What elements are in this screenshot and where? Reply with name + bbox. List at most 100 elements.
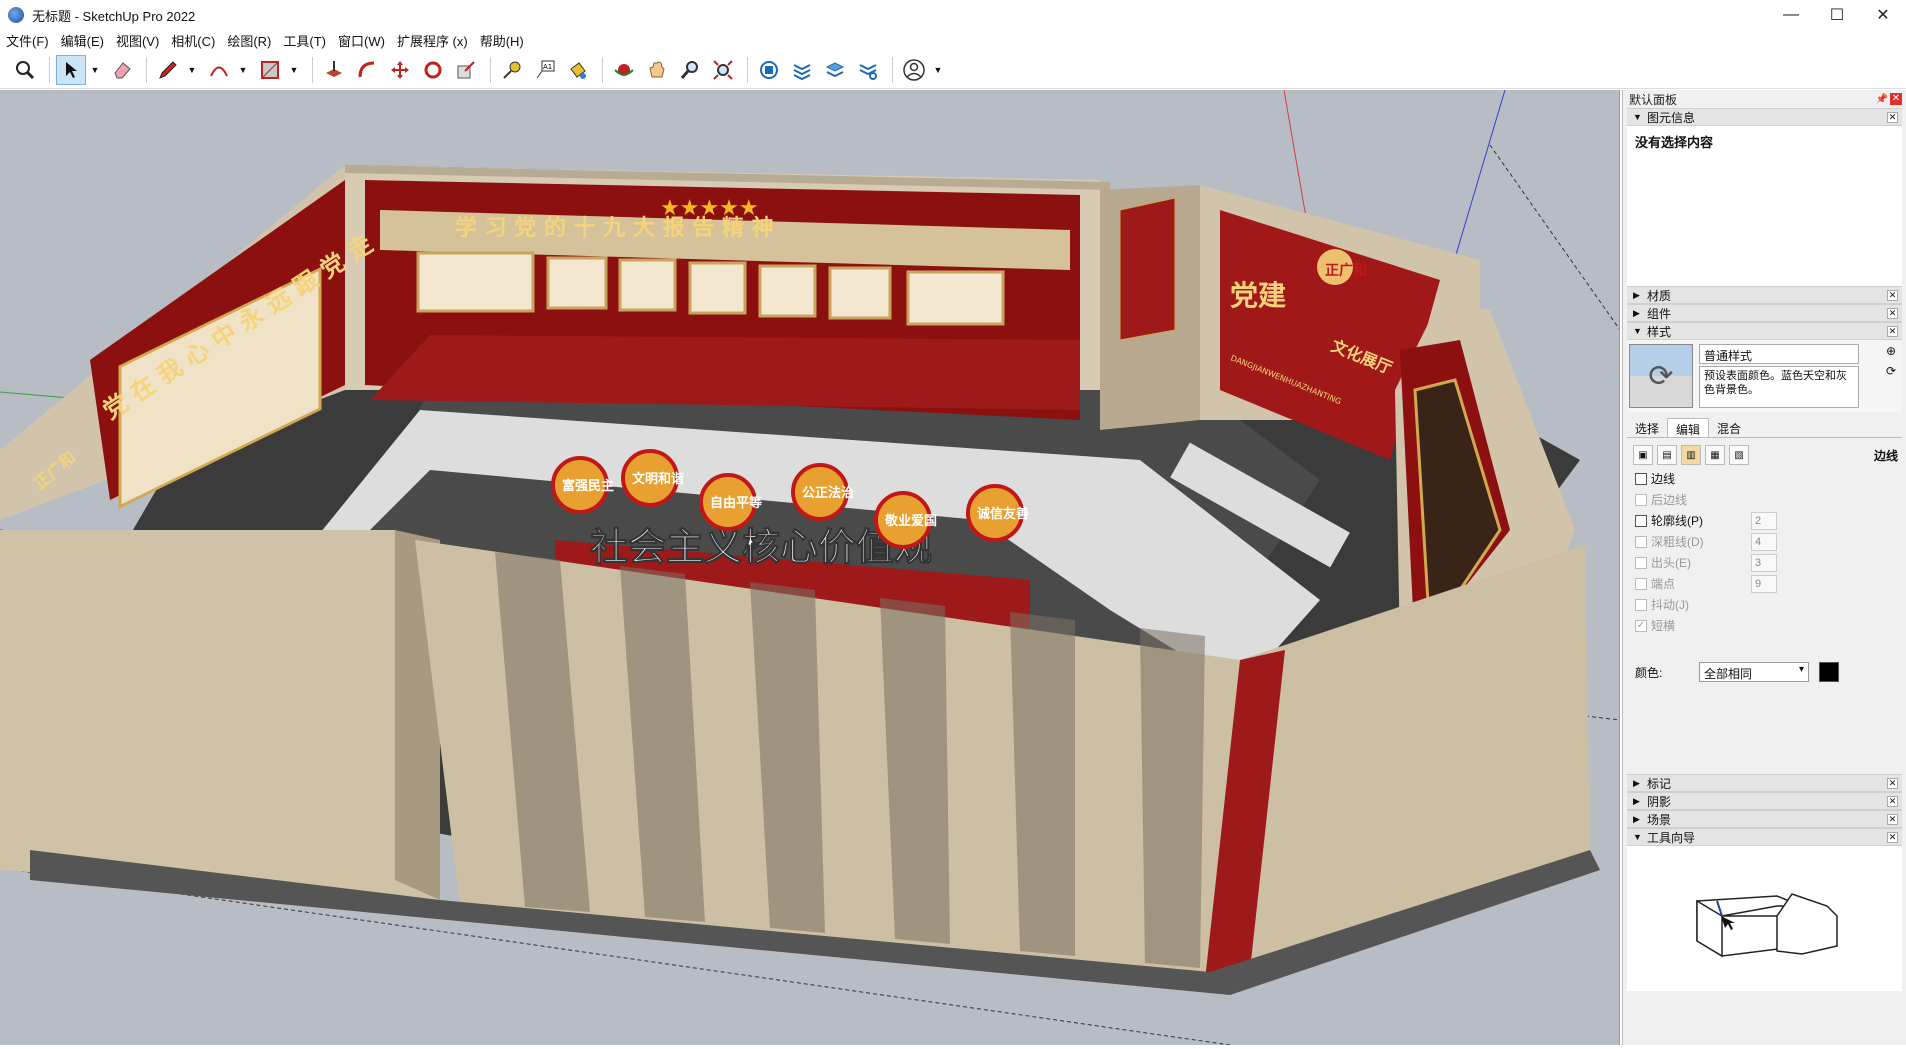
edge-color-select[interactable]: 全部相同 ▾ [1699,662,1809,682]
style-description-field[interactable]: 预设表面颜色。蓝色天空和灰色背景色。 [1699,366,1859,408]
section-scenes[interactable]: ▶ 场景 ✕ [1627,810,1902,828]
move-icon[interactable] [385,55,415,85]
rotate-icon[interactable] [418,55,448,85]
zoom-icon[interactable] [675,55,705,85]
search-icon[interactable] [10,55,40,85]
extension-icon[interactable] [787,55,817,85]
collapsed-arrow-icon: ▶ [1633,795,1640,806]
section-styles[interactable]: ▼ 样式 ✕ [1627,322,1902,340]
section-close-icon[interactable]: ✕ [1887,795,1898,807]
pencil-dropdown-icon[interactable]: ▼ [186,55,198,85]
eraser-icon[interactable] [107,55,137,85]
section-close-icon[interactable]: ✕ [1887,307,1898,319]
section-tags[interactable]: ▶ 标记 ✕ [1627,774,1902,792]
account-icon[interactable] [899,55,929,85]
right-brand-text: 正广和 [1325,262,1367,279]
value-circle-1: 富强民主 [562,478,614,494]
warehouse-icon[interactable] [754,55,784,85]
pushpull-icon[interactable] [319,55,349,85]
instructor-content [1627,846,1902,991]
settings-icon[interactable] [853,55,883,85]
color-select-value: 全部相同 [1704,667,1753,681]
depth-cue-value-field: 4 [1751,532,1777,551]
layers-icon[interactable] [820,55,850,85]
edge-color-swatch[interactable] [1819,662,1839,682]
section-components[interactable]: ▶ 组件 ✕ [1627,304,1902,322]
section-shadows[interactable]: ▶ 阴影 ✕ [1627,792,1902,810]
window-title: 无标题 - SketchUp Pro 2022 [32,8,196,24]
style-thumbnail[interactable]: ⟳ [1629,344,1693,408]
title-bar: 无标题 - SketchUp Pro 2022 — ☐ ✕ [0,0,1906,30]
section-close-icon[interactable]: ✕ [1887,831,1898,843]
collapsed-arrow-icon: ▶ [1633,777,1640,788]
tray-close-icon[interactable]: ✕ [1890,93,1902,105]
watermark-settings-icon[interactable]: ▦ [1705,445,1725,465]
followme-icon[interactable] [352,55,382,85]
checkbox [1635,493,1647,506]
expanded-arrow-icon: ▼ [1633,326,1642,336]
option-extension: 出头(E) 3 [1635,552,1906,573]
section-label: 图元信息 [1647,110,1696,125]
arc-icon[interactable] [204,55,234,85]
section-close-icon[interactable]: ✕ [1887,325,1898,337]
collapsed-arrow-icon: ▶ [1633,307,1640,318]
menu-camera[interactable]: 相机(C) [171,31,215,50]
scale-icon[interactable] [451,55,481,85]
menu-edit[interactable]: 编辑(E) [61,31,104,50]
tab-mix[interactable]: 混合 [1709,418,1749,437]
account-dropdown-icon[interactable]: ▼ [932,55,944,85]
value-circle-6: 诚信友善 [977,506,1029,522]
edge-settings-icon[interactable]: ▣ [1633,445,1653,465]
zoom-extents-icon[interactable] [708,55,738,85]
section-close-icon[interactable]: ✕ [1887,813,1898,825]
update-style-icon[interactable]: ⟳ [1886,364,1896,378]
edge-color-row: 颜色: 全部相同 ▾ [1635,660,1906,684]
option-profiles[interactable]: 轮廓线(P) 2 [1635,510,1906,531]
section-close-icon[interactable]: ✕ [1887,289,1898,301]
value-circle-4: 公正法治 [802,485,854,501]
shape-icon[interactable] [255,55,285,85]
background-settings-icon[interactable]: ▥ [1681,445,1701,465]
face-settings-icon[interactable]: ▤ [1657,445,1677,465]
section-close-icon[interactable]: ✕ [1887,111,1898,123]
arc-dropdown-icon[interactable]: ▼ [237,55,249,85]
section-materials[interactable]: ▶ 材质 ✕ [1627,286,1902,304]
section-instructor[interactable]: ▼ 工具向导 ✕ [1627,828,1902,846]
paint-icon[interactable] [563,55,593,85]
svg-text:★★★★★: ★★★★★ [660,196,759,221]
menu-help[interactable]: 帮助(H) [480,31,524,50]
tape-icon[interactable] [497,55,527,85]
pencil-icon[interactable] [153,55,183,85]
style-tabs: 选择 编辑 混合 [1627,418,1902,438]
maximize-button[interactable]: ☐ [1814,0,1860,30]
select-dropdown-icon[interactable]: ▼ [89,55,101,85]
text-icon[interactable]: A1 [530,55,560,85]
section-entity-info[interactable]: ▼ 图元信息 ✕ [1627,108,1902,126]
orbit-icon[interactable] [609,55,639,85]
tab-edit[interactable]: 编辑 [1667,418,1710,437]
menu-file[interactable]: 文件(F) [6,31,49,50]
option-edges[interactable]: 边线 [1635,468,1906,489]
menu-tools[interactable]: 工具(T) [283,31,326,50]
close-button[interactable]: ✕ [1860,0,1906,30]
checkbox [1635,577,1647,590]
checkbox[interactable] [1635,514,1647,527]
profiles-value-field[interactable]: 2 [1751,511,1777,530]
checkbox[interactable] [1635,472,1647,485]
style-name-field[interactable]: 普通样式 [1699,344,1859,364]
menu-draw[interactable]: 绘图(R) [227,31,271,50]
minimize-button[interactable]: — [1768,0,1814,30]
tab-select[interactable]: 选择 [1627,418,1667,437]
section-close-icon[interactable]: ✕ [1887,777,1898,789]
menu-view[interactable]: 视图(V) [116,31,159,50]
create-style-icon[interactable]: ⊕ [1886,344,1896,358]
modeling-settings-icon[interactable]: ▧ [1729,445,1749,465]
modeling-viewport[interactable]: 学 习 党 的 十 九 大 报 告 精 神 ★★★★★ 党 在 我 心 中 永 … [0,90,1620,1045]
menu-extensions[interactable]: 扩展程序 (x) [397,31,468,50]
pin-icon[interactable]: 📌 [1876,94,1888,105]
value-circle-2: 文明和谐 [632,471,684,487]
shape-dropdown-icon[interactable]: ▼ [288,55,300,85]
menu-window[interactable]: 窗口(W) [338,31,385,50]
pan-icon[interactable] [642,55,672,85]
select-icon[interactable] [56,54,86,85]
